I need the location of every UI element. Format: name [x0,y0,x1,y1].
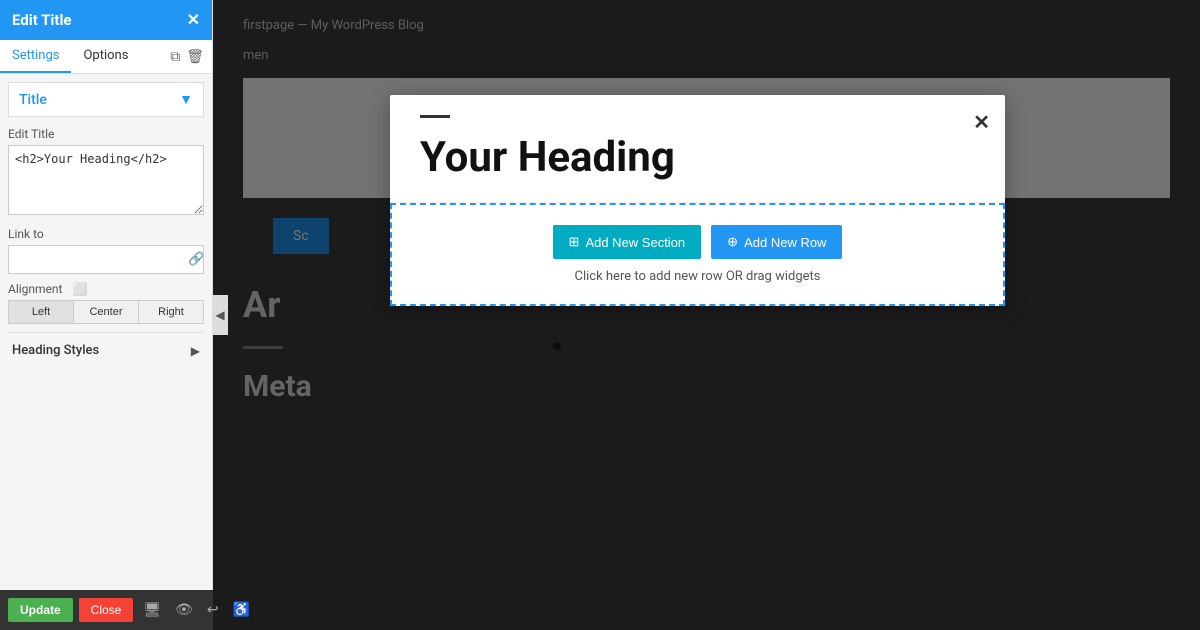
popup-heading-title: Your Heading [420,133,975,182]
desktop-icon[interactable]: 🖥 [139,600,165,620]
add-section-icon: ⊞ [569,234,580,250]
main-popup: Your Heading ✕ ⊞ Add New Section ⊕ Add N… [390,95,1005,306]
update-button[interactable]: Update [8,598,73,622]
widget-type-arrow-icon: ▼ [179,91,193,108]
align-left-button[interactable]: Left [9,301,74,323]
accessibility-icon[interactable]: ♿ [229,600,254,620]
popup-close-button[interactable]: ✕ [973,110,990,135]
sidebar: Edit Title ✕ Settings Options ⧉ 🗑 Title … [0,0,213,630]
history-icon[interactable]: ↩ [203,600,223,620]
heading-styles-section[interactable]: Heading Styles ▶ [8,332,204,368]
align-right-button[interactable]: Right [139,301,203,323]
trash-icon[interactable]: 🗑 [186,49,204,65]
link-icon: 🔗 [180,246,212,273]
edit-title-label: Edit Title [8,127,204,141]
alignment-icon: ⬜ [72,282,87,296]
widget-type-dropdown[interactable]: Title ▼ [8,82,204,117]
sidebar-title: Edit Title [12,11,72,29]
edit-title-textarea[interactable]: <h2>Your Heading</h2> [8,145,204,215]
heading-styles-label: Heading Styles [12,343,99,358]
add-new-section-button[interactable]: ⊞ Add New Section [553,225,702,259]
alignment-buttons: Left Center Right [8,300,204,324]
widget-type-label: Title [19,92,47,108]
sidebar-tab-icons: ⧉ 🗑 [170,40,212,73]
sidebar-collapse-button[interactable]: ◀ [212,295,228,335]
eye-icon[interactable]: 👁 [171,600,197,620]
alignment-row: Alignment ⬜ [8,282,204,296]
sidebar-tabs: Settings Options ⧉ 🗑 [0,40,212,74]
copy-icon[interactable]: ⧉ [170,49,180,65]
sidebar-close-button[interactable]: ✕ [187,10,200,30]
link-input-row: 🔗 [8,245,204,274]
align-center-button[interactable]: Center [74,301,139,323]
sidebar-header: Edit Title ✕ [0,0,212,40]
sidebar-body: Title ▼ Edit Title <h2>Your Heading</h2>… [0,74,212,630]
popup-heading-area: Your Heading ✕ [390,95,1005,203]
add-row-icon: ⊕ [727,234,738,250]
tab-options[interactable]: Options [71,40,140,73]
tab-settings[interactable]: Settings [0,40,71,73]
dashed-add-section: ⊞ Add New Section ⊕ Add New Row Click he… [390,203,1005,306]
close-button[interactable]: Close [79,598,134,622]
add-new-row-button[interactable]: ⊕ Add New Row [711,225,842,259]
alignment-label: Alignment [8,282,62,296]
dashed-hint-text: Click here to add new row OR drag widget… [392,269,1003,284]
heading-styles-arrow-icon: ▶ [191,344,200,358]
link-to-label: Link to [8,227,204,241]
dashed-buttons: ⊞ Add New Section ⊕ Add New Row [392,225,1003,259]
bottom-toolbar: Update Close 🖥 👁 ↩ ♿ [0,590,213,630]
link-to-input[interactable] [9,247,180,273]
popup-heading-bar [420,115,450,118]
